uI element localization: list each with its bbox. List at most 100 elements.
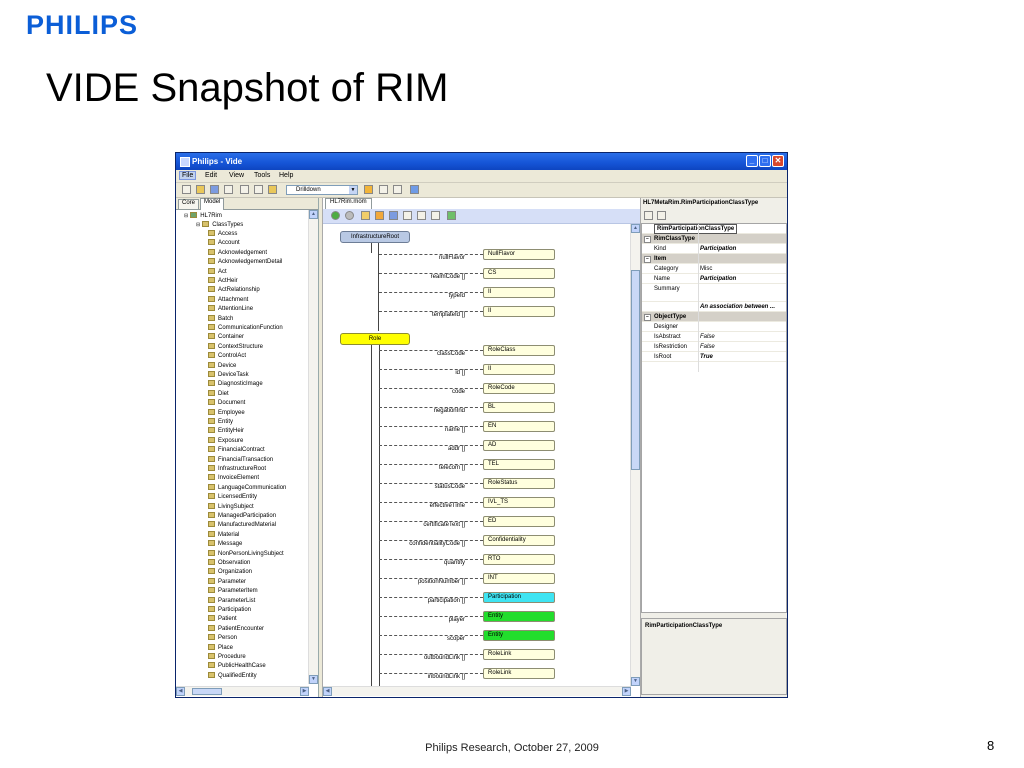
property-row[interactable]: IsRestriction False	[642, 342, 786, 352]
datatype-box[interactable]: RoleClass	[483, 345, 555, 356]
tree-vertical-scrollbar[interactable]: ▲ ▼	[308, 210, 318, 684]
class-infrastructureroot[interactable]: InfrastructureRoot	[340, 231, 410, 243]
tree-item[interactable]: FinancialTransaction	[208, 455, 273, 463]
datatype-box[interactable]: Participation	[483, 592, 555, 603]
model-icon[interactable]	[364, 185, 373, 194]
collapse-icon[interactable]: −	[644, 236, 651, 243]
tree-item[interactable]: Attachment	[208, 295, 248, 303]
tree-item[interactable]: Person	[208, 634, 237, 641]
tree-item[interactable]: Parameter	[208, 577, 246, 585]
datatype-box[interactable]: RoleLink	[483, 649, 555, 660]
categorized-icon[interactable]	[644, 211, 653, 220]
tree-item[interactable]: PatientEncounter	[208, 624, 264, 632]
scroll-thumb[interactable]	[192, 688, 222, 695]
tree-item[interactable]: ParameterList	[208, 596, 255, 604]
grid-icon[interactable]	[389, 211, 398, 220]
title-bar[interactable]: Philips - Vide _ □ ✕	[176, 153, 787, 170]
datatype-box[interactable]: Entity	[483, 630, 555, 641]
scroll-left-button[interactable]: ◀	[323, 687, 332, 696]
tree-item[interactable]: Place	[208, 643, 233, 651]
tree-item[interactable]: Entity	[208, 418, 233, 425]
datatype-box[interactable]: ED	[483, 516, 555, 527]
home-icon[interactable]	[361, 211, 370, 220]
datatype-box[interactable]: II	[483, 306, 555, 317]
tree-item[interactable]: ManufacturedMaterial	[208, 521, 276, 528]
diagram-vertical-scrollbar[interactable]: ▲ ▼	[630, 224, 640, 686]
tree-item[interactable]: Container	[208, 333, 244, 340]
property-category[interactable]: − Item	[642, 254, 786, 264]
chevron-down-icon[interactable]: ▼	[349, 186, 357, 194]
tree-item[interactable]: DeviceTask	[208, 371, 249, 378]
copy-icon[interactable]	[254, 185, 263, 194]
tree-item[interactable]: InfrastructureRoot	[208, 465, 266, 472]
collapse-icon[interactable]: −	[644, 256, 651, 263]
tree-item[interactable]: DiagnosticImage	[208, 380, 263, 387]
tree-item[interactable]: ActRelationship	[208, 286, 260, 293]
collapse-icon[interactable]: ⊟	[196, 222, 200, 228]
layout-icon[interactable]	[375, 211, 384, 220]
tab-hl7rim-mom[interactable]: HL7Rim.mom	[325, 198, 372, 209]
datatype-box[interactable]: EN	[483, 421, 555, 432]
tree-item[interactable]: Acknowledgement	[208, 248, 267, 256]
tree-item[interactable]: Device	[208, 361, 236, 369]
property-row[interactable]: Designer	[642, 322, 786, 332]
tree-item[interactable]: FinancialContract	[208, 446, 265, 453]
datatype-box[interactable]: INT	[483, 573, 555, 584]
tree-item[interactable]: ContextStructure	[208, 342, 263, 350]
scroll-up-button[interactable]: ▲	[309, 210, 318, 219]
view-icon[interactable]	[431, 211, 440, 220]
menu-view[interactable]: View	[229, 172, 244, 179]
collapse-icon[interactable]: −	[644, 314, 651, 321]
tree-item[interactable]: LivingSubject	[208, 502, 254, 510]
tree-item[interactable]: EntityHeir	[208, 427, 244, 434]
tree-item[interactable]: ManagedParticipation	[208, 512, 276, 519]
close-button[interactable]: ✕	[772, 155, 784, 167]
maximize-button[interactable]: □	[759, 155, 771, 167]
scroll-right-button[interactable]: ▶	[300, 687, 309, 696]
property-row[interactable]: Summary	[642, 284, 786, 302]
zoom-icon[interactable]	[403, 211, 412, 220]
drilldown-combo[interactable]: Drilldown ▼	[286, 185, 358, 195]
property-row[interactable]: IsAbstract False	[642, 332, 786, 342]
tab-core[interactable]: Core	[178, 199, 200, 209]
save-icon[interactable]	[210, 185, 219, 194]
datatype-box[interactable]: II	[483, 287, 555, 298]
tree-item[interactable]: AcknowledgementDetail	[208, 258, 282, 265]
fit-icon[interactable]	[417, 211, 426, 220]
open-icon[interactable]	[196, 185, 205, 194]
tree-item[interactable]: Document	[208, 399, 245, 406]
scroll-up-button[interactable]: ▲	[631, 224, 640, 233]
link-icon[interactable]	[379, 185, 388, 194]
datatype-box[interactable]: Confidentiality	[483, 535, 555, 546]
datatype-box[interactable]: RTO	[483, 554, 555, 565]
tree-item[interactable]: Organization	[208, 568, 252, 575]
scroll-thumb[interactable]	[631, 270, 640, 470]
scroll-down-button[interactable]: ▼	[631, 677, 640, 686]
minimize-button[interactable]: _	[746, 155, 758, 167]
diagram-horizontal-scrollbar[interactable]: ◀ ▶	[323, 686, 631, 696]
forward-icon[interactable]	[345, 211, 354, 220]
paste-icon[interactable]	[268, 185, 277, 194]
tree-item[interactable]: Account	[208, 239, 240, 246]
tree-horizontal-scrollbar[interactable]: ◀ ▶	[176, 686, 309, 696]
property-category[interactable]: − RimClassType	[642, 234, 786, 244]
tab-model[interactable]: Model	[200, 198, 225, 210]
tree-item[interactable]: Diet	[208, 389, 229, 397]
datatype-box[interactable]: NullFlavor	[483, 249, 555, 260]
tree-item[interactable]: InvoiceElement	[208, 474, 259, 481]
tree-item[interactable]: LicensedEntity	[208, 493, 257, 500]
scroll-left-button[interactable]: ◀	[176, 687, 185, 696]
property-row[interactable]: An association between ...	[642, 302, 786, 312]
menu-help[interactable]: Help	[279, 172, 293, 179]
tree-item[interactable]: LanguageCommunication	[208, 483, 286, 491]
tree-item[interactable]: Observation	[208, 559, 250, 566]
property-row[interactable]: Name Participation	[642, 274, 786, 284]
back-icon[interactable]	[331, 211, 340, 220]
tree-item[interactable]: ControlAct	[208, 352, 246, 359]
class-role[interactable]: Role	[340, 333, 410, 345]
datatype-box[interactable]: TEL	[483, 459, 555, 470]
sort-alpha-icon[interactable]	[657, 211, 666, 220]
tree-item[interactable]: AttentionLine	[208, 305, 253, 312]
tree-item[interactable]: Message	[208, 540, 242, 547]
refresh-icon[interactable]	[447, 211, 456, 220]
